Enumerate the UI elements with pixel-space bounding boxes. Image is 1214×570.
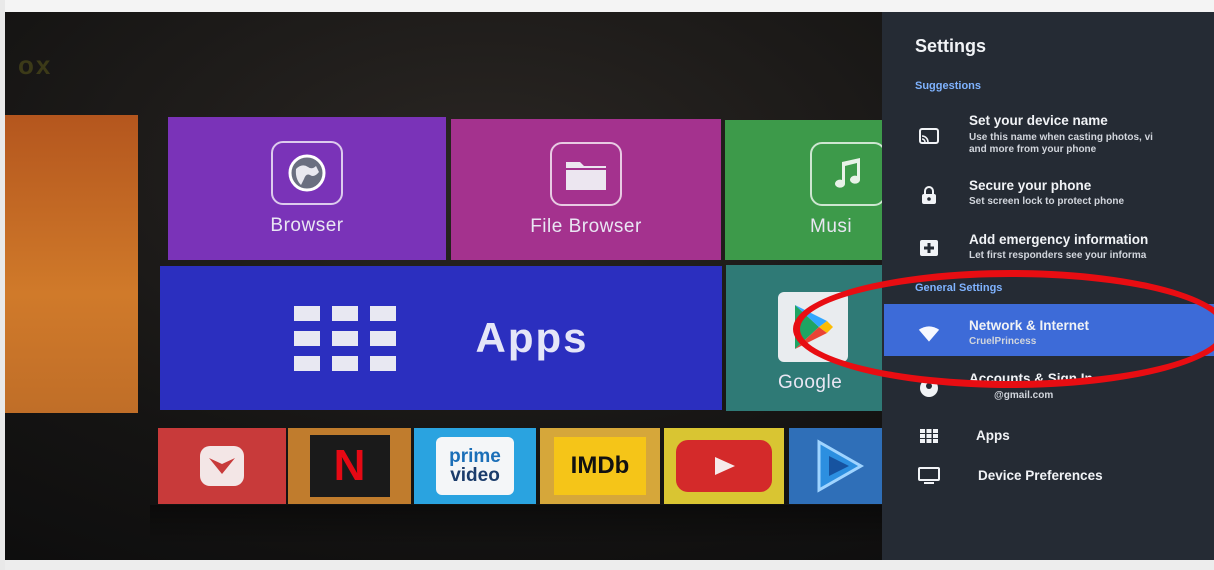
red-annotation-circle: [793, 270, 1214, 388]
suggestion-subtitle: Set screen lock to protect phone: [969, 196, 1125, 207]
suggestion-device-name[interactable]: Set your device name Use this name when …: [882, 113, 1214, 157]
launcher-brand: ox: [18, 50, 53, 80]
folder-icon: [550, 141, 622, 206]
suggestion-subtitle: Use this name when casting photos, vi: [969, 132, 1153, 143]
lock-icon: [918, 184, 940, 206]
google-play-label: Google: [778, 372, 843, 393]
suggestions-header: Suggestions: [915, 80, 982, 92]
music-label: Musi: [810, 216, 853, 237]
play-icon: [802, 436, 872, 496]
device-preferences-item[interactable]: Device Preferences: [882, 465, 1214, 489]
device-preferences-title: Device Preferences: [978, 468, 1103, 483]
music-tile[interactable]: Musi: [725, 120, 886, 260]
music-note-icon: [810, 142, 886, 206]
account-email: @gmail.com: [994, 390, 1054, 401]
globe-icon: [271, 140, 343, 205]
app-tile-imdb[interactable]: IMDb: [540, 428, 660, 504]
tv-screen: ox Browser File Browser Musi Apps Google: [0, 0, 1214, 570]
imdb-logo: IMDb: [570, 452, 630, 479]
netflix-icon: N: [309, 435, 390, 497]
photo-border-bottom: [0, 560, 1214, 570]
suggestion-secure-phone[interactable]: Secure your phone Set screen lock to pro…: [882, 178, 1214, 214]
cast-icon: [918, 125, 940, 147]
browser-tile[interactable]: Browser: [168, 117, 446, 260]
app-tile-prime-video[interactable]: prime video: [414, 428, 536, 504]
app-tile-player[interactable]: [789, 428, 885, 504]
browser-label: Browser: [270, 214, 344, 236]
file-browser-label: File Browser: [530, 215, 642, 237]
settings-title: Settings: [915, 36, 987, 56]
photo-border-top: [0, 0, 1214, 12]
app-tile-netflix[interactable]: N: [288, 428, 411, 504]
video-label: video: [450, 465, 500, 486]
medical-plus-icon: [918, 237, 940, 259]
suggestion-subtitle: Let first responders see your informa: [969, 250, 1147, 261]
youtube-icon: [676, 440, 772, 492]
imdb-icon: IMDb: [554, 437, 646, 495]
suggestion-emergency-info[interactable]: Add emergency information Let first resp…: [882, 231, 1214, 267]
apps-settings-item[interactable]: Apps: [882, 425, 1214, 449]
app-tile-tubi[interactable]: [158, 428, 286, 504]
tv-icon: [918, 465, 940, 487]
photo-border-left: [0, 0, 5, 570]
apps-label: Apps: [475, 314, 589, 361]
suggestion-subtitle-2: and more from your phone: [969, 144, 1097, 155]
netflix-logo: N: [333, 441, 366, 490]
suggestion-title: Set your device name: [969, 113, 1108, 128]
apps-tile[interactable]: Apps: [160, 266, 722, 410]
suggestion-title: Add emergency information: [969, 232, 1149, 247]
floor-reflection: [150, 505, 890, 545]
apps-grid-icon: [293, 305, 396, 371]
file-browser-tile[interactable]: File Browser: [451, 119, 721, 260]
prime-label: prime: [449, 446, 501, 467]
apps-settings-title: Apps: [976, 428, 1010, 443]
apps-grid-icon: [918, 425, 940, 447]
prime-video-icon: prime video: [436, 437, 514, 495]
tv-app-icon: [200, 446, 244, 486]
partial-left-tile[interactable]: [5, 115, 138, 413]
suggestion-title: Secure your phone: [969, 178, 1092, 193]
app-tile-youtube[interactable]: [664, 428, 784, 504]
